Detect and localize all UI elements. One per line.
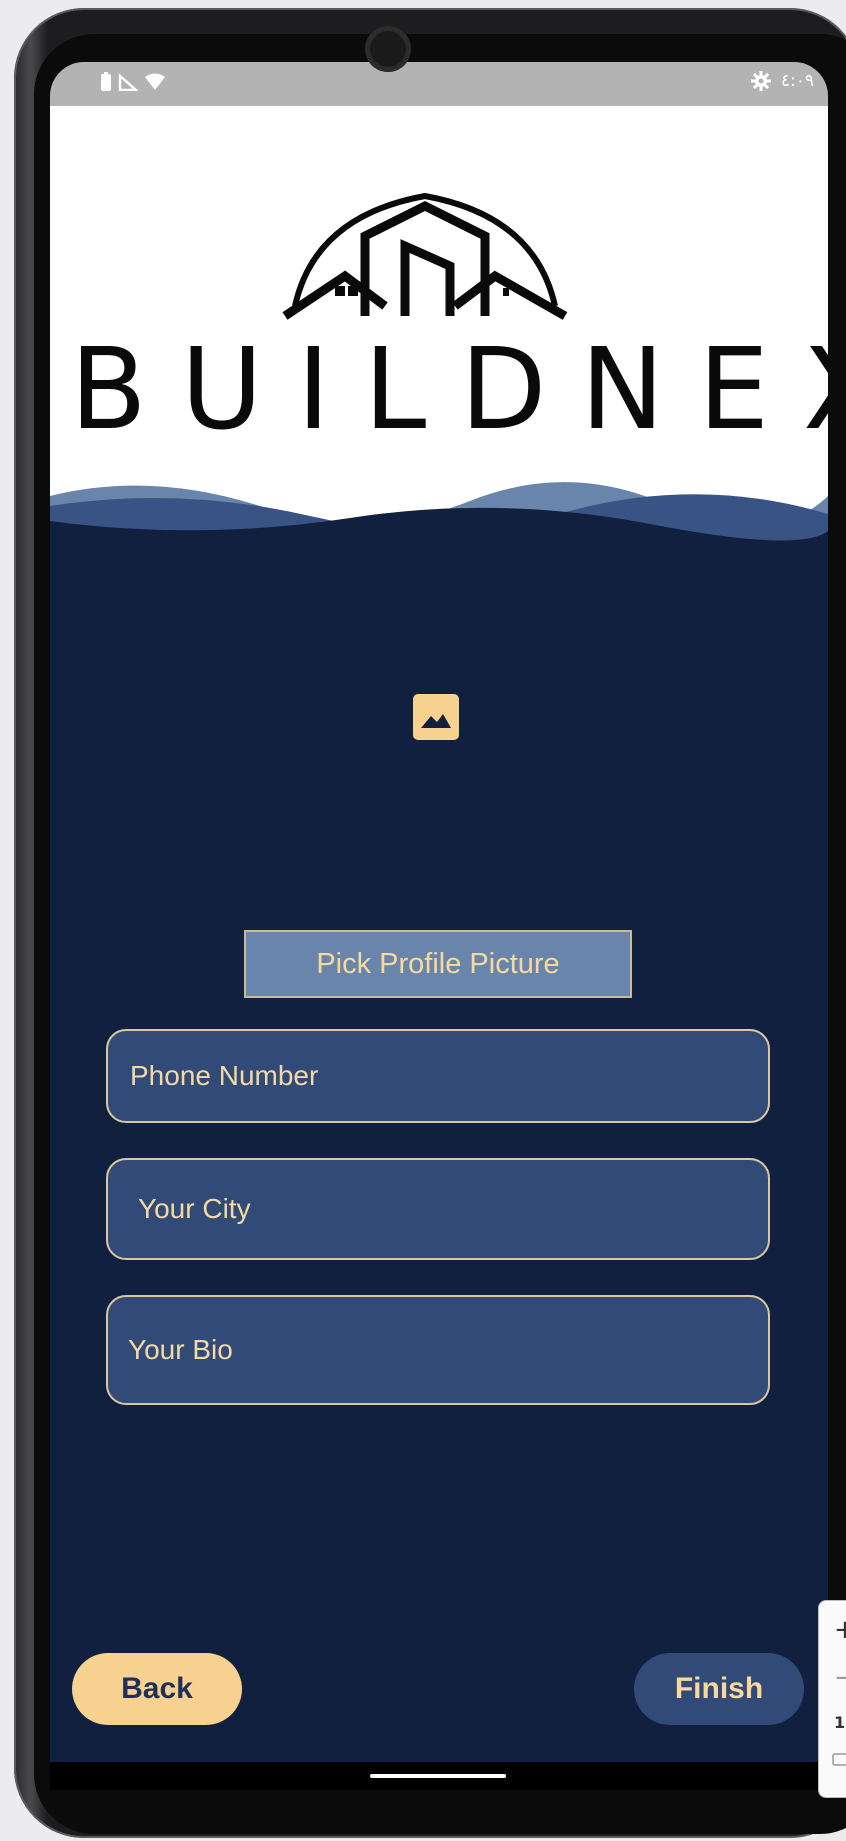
zoom-out-button[interactable]: − bbox=[834, 1663, 846, 1693]
battery-icon bbox=[101, 72, 111, 91]
bio-field[interactable]: Your Bio bbox=[106, 1295, 770, 1405]
emulator-zoom-panel: + − 1: bbox=[818, 1600, 846, 1798]
city-placeholder: Your City bbox=[138, 1193, 251, 1224]
header-wave-decoration bbox=[50, 482, 828, 546]
home-indicator[interactable] bbox=[370, 1774, 506, 1778]
status-time: ٤:٠٩ bbox=[780, 71, 814, 91]
brand-header: BUILDNEX bbox=[50, 106, 828, 546]
finish-button[interactable]: Finish bbox=[634, 1653, 804, 1725]
front-camera bbox=[365, 26, 411, 72]
back-button[interactable]: Back bbox=[72, 1653, 242, 1725]
image-placeholder-icon[interactable] bbox=[413, 694, 459, 740]
signal-icon bbox=[118, 73, 138, 91]
zoom-in-button[interactable]: + bbox=[834, 1615, 846, 1645]
zoom-ratio-label: 1: bbox=[834, 1713, 846, 1732]
wifi-icon bbox=[145, 73, 165, 90]
pick-profile-picture-button[interactable]: Pick Profile Picture bbox=[244, 930, 632, 998]
screenshot-icon[interactable] bbox=[832, 1751, 846, 1767]
phone-number-field[interactable]: Phone Number bbox=[106, 1029, 770, 1123]
city-field[interactable]: Your City bbox=[106, 1158, 770, 1260]
phone-number-placeholder: Phone Number bbox=[130, 1060, 319, 1091]
settings-icon bbox=[750, 71, 771, 91]
bio-placeholder: Your Bio bbox=[128, 1334, 233, 1365]
app-screen: ٤:٠٩ BUILDNEX Pick Profile Picture Phone… bbox=[50, 62, 828, 1790]
status-bar: ٤:٠٩ bbox=[50, 62, 828, 106]
brand-name: BUILDNEX bbox=[70, 325, 828, 455]
buildnex-logo-icon bbox=[282, 192, 568, 320]
